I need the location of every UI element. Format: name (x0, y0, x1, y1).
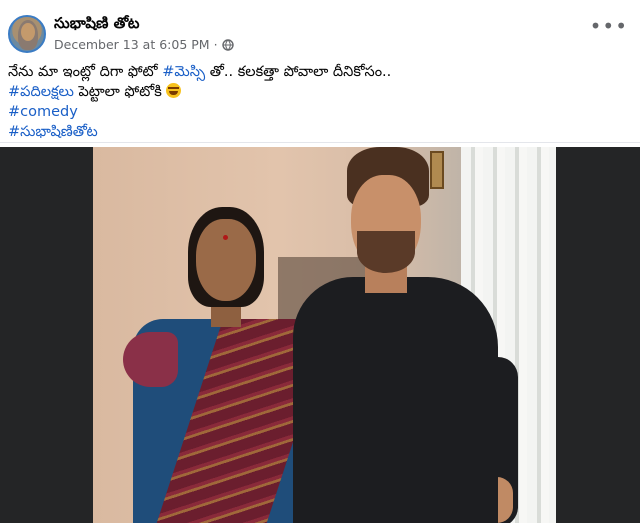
photo-wall-frame (430, 151, 444, 189)
photo-woman-sleeve (123, 332, 178, 387)
post-timestamp[interactable]: December 13 at 6:05 PM (54, 37, 210, 52)
more-options-icon[interactable]: ••• (590, 16, 628, 36)
globe-icon (221, 38, 234, 51)
post-text-line-4: #సుభాషిణితోట (8, 122, 628, 142)
photo-frame (0, 147, 640, 523)
hashtag-messi[interactable]: #మెస్సి (162, 64, 205, 80)
photo-woman-bindi (223, 235, 228, 240)
avatar-face (21, 23, 35, 41)
post-text-line-1: నేను మా ఇంట్లో దిగా ఫోటో #మెస్సి తో.. కల… (8, 62, 628, 82)
text-segment: పెట్టాలా ఫోటోకి (73, 84, 162, 100)
text-segment: తో.. కలకత్తా పోవాలా దీనికోసం.. (205, 64, 392, 80)
meta-separator: · (213, 37, 218, 52)
photo-man-tshirt (293, 277, 498, 523)
photo-woman-face (196, 219, 256, 301)
divider (0, 142, 640, 143)
hashtag-subhashinithota[interactable]: #సుభాషిణితోట (8, 124, 98, 140)
post-text-line-2: #పదిలక్షలు పెట్టాలా ఫోటోకి (8, 82, 628, 102)
post-text: నేను మా ఇంట్లో దిగా ఫోటో #మెస్సి తో.. కల… (8, 62, 628, 142)
post-text-line-3: #comedy (8, 102, 628, 122)
rofl-emoji-icon (166, 83, 182, 98)
author-avatar[interactable] (8, 15, 46, 53)
hashtag-padilakshalu[interactable]: #పదిలక్షలు (8, 84, 74, 100)
post-meta: December 13 at 6:05 PM · (54, 37, 234, 52)
photo-man-beard (357, 231, 415, 273)
hashtag-comedy[interactable]: #comedy (8, 104, 78, 120)
post-photo[interactable] (93, 147, 556, 523)
post-header: సుభాషిణి తోట December 13 at 6:05 PM · ••… (0, 0, 640, 58)
author-name[interactable]: సుభాషిణి తోట (54, 14, 139, 36)
text-segment: నేను మా ఇంట్లో దిగా ఫోటో (8, 64, 163, 80)
